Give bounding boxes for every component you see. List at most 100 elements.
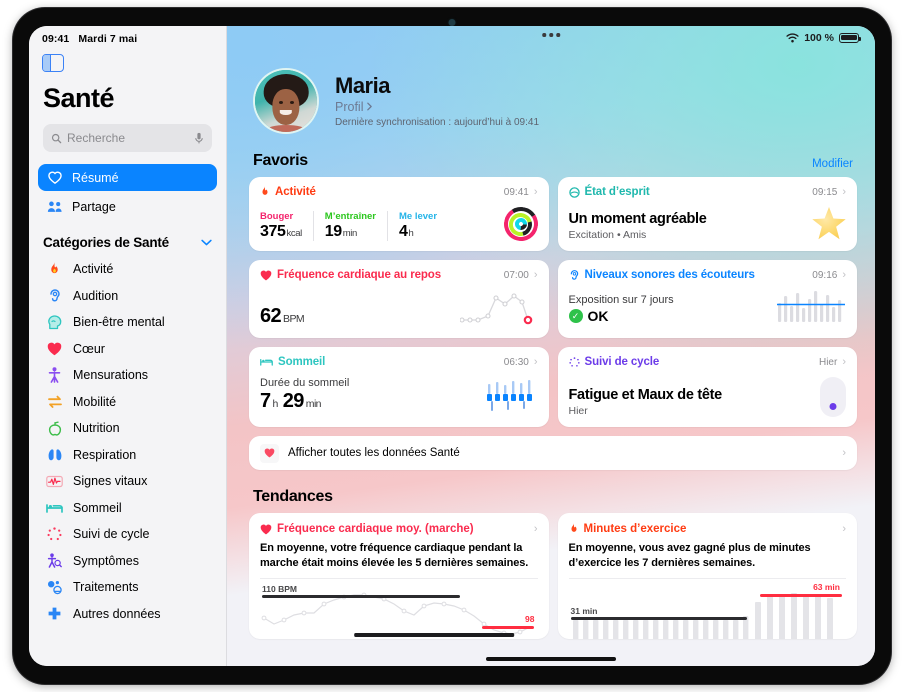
trend-title-label: Fréquence cardiaque moy. (marche) [277,523,474,535]
metric-value: 19 [324,223,342,240]
metric-move: Bouger 375kcal [260,211,314,241]
sleep-minutes: 29 [282,390,305,412]
status-date: Mardi 7 mai [78,33,138,45]
card-exercise-minutes-trend[interactable]: Minutes d’exercice › En moyenne, vous av… [557,513,857,639]
metric-value: 4 [399,223,408,240]
sidebar-item-bien-etre-mental[interactable]: Bien-être mental [38,309,217,336]
flame-icon [46,261,63,278]
sidebar-category-label: Suivi de cycle [73,527,150,542]
sidebar-toggle-icon[interactable] [42,54,64,72]
sidebar-item-partage[interactable]: Partage [38,193,217,220]
wifi-icon [786,32,799,42]
sleep-hours-unit: h [272,398,279,410]
sidebar-category-label: Nutrition [73,421,120,436]
show-all-health-data-row[interactable]: Afficher toutes les données Santé › [249,436,857,470]
sidebar-category-label: Mobilité [73,394,117,409]
pills-icon [46,579,63,596]
home-indicator[interactable] [486,657,616,661]
card-walking-heart-rate-trend[interactable]: Fréquence cardiaque moy. (marche) › En m… [249,513,549,639]
heart-rate-sparkline [459,293,532,325]
chevron-down-icon[interactable] [201,239,212,246]
card-state-of-mind[interactable]: État d’esprit 09:15 › Un moment agréable… [557,177,857,251]
cycle-headline: Fatigue et Maux de tête [568,387,723,403]
card-time: 09:15 [812,186,838,198]
chevron-right-icon: › [842,355,846,368]
sidebar-item-mensurations[interactable]: Mensurations [38,362,217,389]
metric-unit: h [408,228,414,239]
sidebar-item-coeur[interactable]: Cœur [38,336,217,363]
bed-icon [260,359,273,366]
trend-description: En moyenne, votre fréquence cardiaque pe… [260,542,529,569]
search-input[interactable]: Recherche [43,124,212,152]
sidebar-item-mobilite[interactable]: Mobilité [38,389,217,416]
head-icon [46,314,63,331]
metric-exercise: M’entraîner 19min [324,211,389,241]
sidebar-item-signes-vitaux[interactable]: Signes vitaux [38,468,217,495]
sidebar-category-label: Autres données [73,606,161,621]
apple-icon [46,420,63,437]
sidebar-categories: Activité Audition Bien-être mental Cœur … [29,256,226,627]
chevron-right-icon: › [533,355,538,368]
plus-cross-icon [46,605,63,622]
sidebar-status-bar: 09:41 Mardi 7 mai [29,26,226,45]
sidebar-item-respiration[interactable]: Respiration [38,442,217,469]
show-all-label: Afficher toutes les données Santé [288,447,460,459]
metric-unit: kcal [286,228,303,239]
trends-grid: Fréquence cardiaque moy. (marche) › En m… [249,513,857,639]
card-cycle-tracking[interactable]: Suivi de cycle Hier › Fatigue et Maux de… [557,347,857,427]
sidebar-item-activite[interactable]: Activité [38,256,217,283]
card-time: 07:00 [503,269,529,281]
mood-star-graphic [812,207,846,241]
sidebar-item-label: Résumé [72,170,119,185]
activity-rings [500,203,541,245]
chevron-right-icon: › [533,522,538,535]
trends-title: Tendances [253,488,333,505]
chevron-right-icon: › [533,268,538,281]
sidebar-item-traitements[interactable]: Traitements [38,574,217,601]
sidebar-category-label: Sommeil [73,500,122,515]
flame-icon [262,186,268,195]
microphone-icon[interactable] [194,132,204,145]
multitask-handle[interactable] [542,33,560,37]
chevron-right-icon: › [533,185,538,198]
cycle-icon [568,356,580,367]
screen: 09:41 Mardi 7 mai Santé Recherche Résumé… [29,26,875,666]
card-headphone-levels[interactable]: Niveaux sonores des écouteurs 09:16 › Ex… [557,260,857,338]
avatar[interactable] [253,68,319,134]
trends-header: Tendances [249,470,857,513]
sidebar-item-label: Partage [72,199,116,214]
main-content: 100 % Maria Profil Dernière synchronisat… [227,26,875,666]
sleep-hours: 7 [260,390,271,412]
scroll-container[interactable]: Maria Profil Dernière synchronisation : … [227,46,875,666]
waveform-icon [46,473,63,490]
edit-favorites-button[interactable]: Modifier [812,158,853,170]
metric-label: M’entraîner [324,211,377,222]
sidebar-category-label: Traitements [73,580,139,595]
search-icon [51,133,62,143]
heart-icon [260,443,279,463]
bed-icon [46,499,63,516]
card-activity[interactable]: Activité 09:41 › Bouger 375kcal M’entraî… [249,177,549,251]
sidebar-item-symptomes[interactable]: Symptômes [38,548,217,575]
sidebar-item-suivi-de-cycle[interactable]: Suivi de cycle [38,521,217,548]
search-placeholder: Recherche [67,131,126,145]
profile-sync-status: Dernière synchronisation : aujourd’hui à… [335,116,540,128]
sidebar-item-audition[interactable]: Audition [38,283,217,310]
profile-link[interactable]: Profil [335,100,539,114]
mood-headline: Un moment agréable [568,211,707,227]
sidebar-item-nutrition[interactable]: Nutrition [38,415,217,442]
sidebar-item-autres-donnees[interactable]: Autres données [38,601,217,628]
card-time: 09:41 [503,186,529,198]
sidebar-category-label: Cœur [73,341,105,356]
sidebar-item-sommeil[interactable]: Sommeil [38,495,217,522]
card-sleep[interactable]: Sommeil 06:30 › Durée du sommeil 7 h 29 … [249,347,549,427]
trend-title-label: Minutes d’exercice [583,523,687,535]
card-resting-heart-rate[interactable]: Fréquence cardiaque au repos 07:00 › 62 B… [249,260,549,338]
card-title-label: Fréquence cardiaque au repos [277,269,442,281]
cycle-subline: Hier [568,405,588,417]
sidebar-section-header[interactable]: Catégories de Santé [29,222,226,256]
chevron-right-icon: › [842,268,846,281]
sidebar-item-resume[interactable]: Résumé [38,164,217,191]
exposure-status: OK [587,308,609,324]
cycle-pill-graphic [820,377,846,417]
